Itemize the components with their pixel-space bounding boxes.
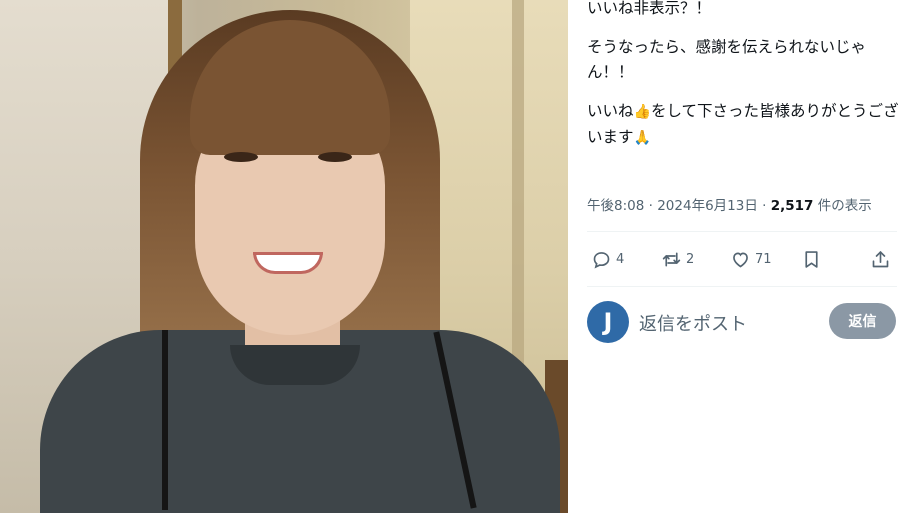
photo-eye-left [224,152,258,162]
meta-separator-2: · [762,198,767,214]
tweet-time[interactable]: 午後8:08 [587,198,644,214]
tweet-date[interactable]: 2024年6月13日 [657,198,758,214]
praying-hands-emoji-icon: 🙏 [633,130,651,146]
like-count: 71 [755,251,772,267]
bookmark-button[interactable] [801,249,822,270]
tweet-body: いいね非表示？！ そうなったら、感謝を伝えられないじゃん！！ いいね👍をして下さ… [587,0,905,165]
like-button[interactable]: 71 [730,249,772,270]
tweet-line-3-start: いいね [587,102,634,120]
photo-pipe [512,0,524,380]
meta-separator: · [648,198,653,214]
photo-strap-left [162,330,168,510]
reply-count: 4 [616,251,625,267]
divider-bottom [587,286,897,287]
view-label: 件の表示 [817,198,872,214]
photo-mouth [253,252,323,274]
share-button[interactable] [870,249,891,270]
retweet-icon [662,252,681,266]
photo-eye-right [318,152,352,162]
tweet-line-1: いいね非表示？！ [587,0,712,17]
retweet-count: 2 [686,251,695,267]
reply-button[interactable]: 4 [591,249,624,270]
avatar[interactable]: J [587,301,629,343]
bookmark-icon [805,250,818,268]
thumbs-up-emoji-icon: 👍 [633,104,651,120]
reply-icon [593,251,610,268]
divider-top [587,231,897,232]
retweet-button[interactable]: 2 [661,249,694,270]
reply-input[interactable]: 返信をポスト [639,310,747,336]
reply-composer: J 返信をポスト 返信 [587,299,897,345]
tweet-line-3: いいね👍をして下さった皆様ありがとうございます🙏 [587,99,905,151]
photo-collar [230,345,360,385]
tweet-line-2: そうなったら、感謝を伝えられないじゃん！！ [587,38,867,81]
reply-submit-button[interactable]: 返信 [829,303,896,339]
share-icon [872,250,889,267]
tweet-photo[interactable] [0,0,568,513]
action-bar: 4 2 71 [587,246,902,272]
view-count: 2,517 [770,198,814,214]
tweet-meta: 午後8:08 · 2024年6月13日 · 2,517 件の表示 [587,194,872,214]
heart-icon [733,252,748,267]
tweet-detail: いいね非表示？！ そうなったら、感謝を伝えられないじゃん！！ いいね👍をして下さ… [568,0,912,513]
